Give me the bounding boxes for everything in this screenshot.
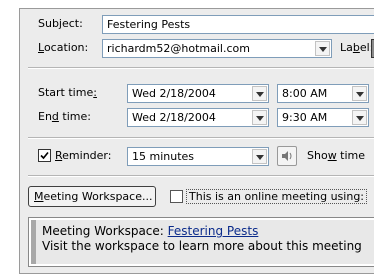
start-time-label: Start time: (38, 86, 97, 99)
location-value: richardm52@hotmail.com (107, 42, 250, 55)
meeting-workspace-button[interactable]: Meeting Workspace... (28, 186, 156, 207)
online-meeting-label: This is an online meeting using: (186, 189, 368, 204)
start-date-dropdown-arrow-icon[interactable] (252, 86, 267, 101)
label-label: Label: (340, 41, 374, 54)
online-meeting-checkbox[interactable] (170, 190, 183, 203)
reminder-label: Reminder: (55, 149, 112, 162)
reminder-sound-button[interactable] (277, 146, 297, 166)
divider (28, 137, 374, 139)
subject-input[interactable]: Festering Pests (102, 15, 374, 34)
checkmark-icon (40, 151, 49, 160)
location-label: Location: (38, 41, 89, 54)
end-time-value: 9:30 AM (282, 111, 328, 124)
location-combobox[interactable]: richardm52@hotmail.com (102, 39, 332, 58)
start-time-dropdown-arrow-icon[interactable] (352, 86, 367, 101)
start-date-value: Wed 2/18/2004 (132, 87, 216, 100)
reminder-combobox[interactable]: 15 minutes (127, 147, 269, 166)
show-time-as-label: Show time (307, 149, 366, 162)
reminder-checkbox[interactable] (38, 149, 51, 162)
end-time-label: End time: (38, 110, 91, 123)
end-time-combobox[interactable]: 9:30 AM (277, 108, 369, 127)
end-date-combobox[interactable]: Wed 2/18/2004 (127, 108, 269, 127)
appointment-form: Subject: Festering Pests Location: richa… (19, 8, 374, 274)
end-date-value: Wed 2/18/2004 (132, 111, 216, 124)
end-date-dropdown-arrow-icon[interactable] (252, 110, 267, 125)
workspace-info-text: Visit the workspace to learn more about … (42, 239, 362, 253)
divider (28, 67, 374, 69)
workspace-link[interactable]: Festering Pests (168, 224, 259, 238)
start-time-value: 8:00 AM (282, 87, 328, 100)
divider (28, 175, 374, 177)
speaker-icon (282, 151, 292, 161)
reminder-value: 15 minutes (132, 150, 195, 163)
start-date-combobox[interactable]: Wed 2/18/2004 (127, 84, 269, 103)
location-dropdown-arrow-icon[interactable] (315, 41, 330, 56)
workspace-info-prefix: Meeting Workspace: (42, 224, 168, 238)
end-time-dropdown-arrow-icon[interactable] (352, 110, 367, 125)
reminder-dropdown-arrow-icon[interactable] (252, 149, 267, 164)
subject-label: Subject: (38, 17, 83, 30)
workspace-info-panel: Meeting Workspace: Festering Pests Visit… (28, 217, 374, 267)
start-time-combobox[interactable]: 8:00 AM (277, 84, 369, 103)
